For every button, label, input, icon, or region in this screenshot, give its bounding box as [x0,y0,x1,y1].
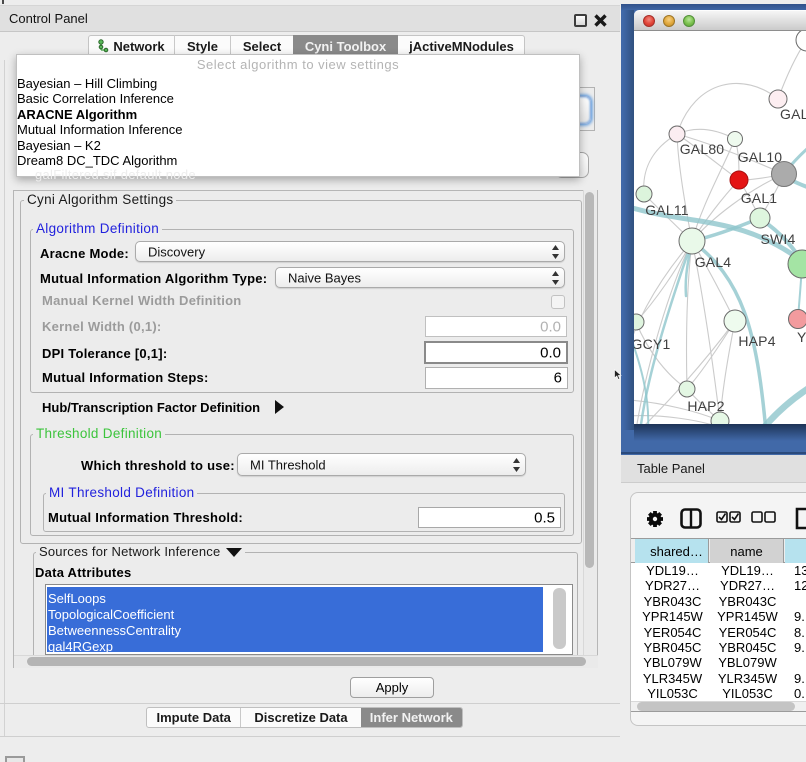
svg-text:HAP4: HAP4 [738,333,775,349]
svg-text:Y: Y [797,329,806,345]
svg-text:GAL1: GAL1 [741,190,778,206]
svg-text:GAL4: GAL4 [695,254,732,270]
svg-text:GAL10: GAL10 [738,149,783,165]
svg-text:SWI4: SWI4 [760,231,795,247]
svg-text:GAL80: GAL80 [680,141,725,157]
svg-text:HAP2: HAP2 [687,398,724,414]
svg-text:GAL11: GAL11 [645,202,689,218]
svg-text:GCY1: GCY1 [634,336,670,352]
svg-text:GAL7: GAL7 [780,106,806,122]
